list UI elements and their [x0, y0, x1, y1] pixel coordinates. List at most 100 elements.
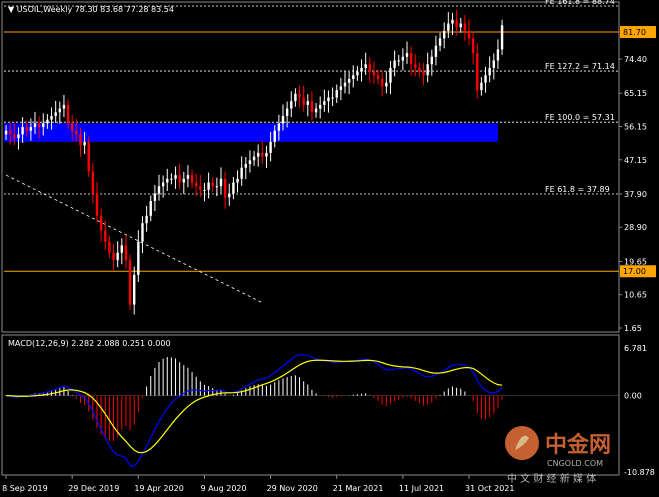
candle-body [397, 60, 400, 62]
candle-body [21, 127, 24, 135]
candle-body [211, 182, 214, 187]
candle-body [108, 241, 111, 253]
candle-body [492, 60, 495, 68]
candle-body [265, 152, 268, 157]
candle-body [190, 175, 194, 183]
candle-body [141, 223, 144, 242]
y-tick-label: 1.65 [624, 324, 642, 333]
macd-y-tick-label: -10.878 [624, 468, 655, 477]
candle-body [496, 49, 500, 61]
candle-body [186, 175, 190, 179]
candle-body [62, 104, 66, 109]
candle-body [42, 123, 45, 128]
candle-body [269, 141, 272, 153]
candle-body [381, 78, 384, 87]
candle-body [128, 260, 132, 305]
candle-body [195, 182, 198, 187]
candle-body [261, 152, 264, 157]
candle-body [426, 64, 429, 76]
candle-body [364, 64, 367, 68]
candle-body [50, 115, 53, 120]
candle-body [17, 134, 20, 139]
candle-body [285, 108, 289, 116]
candle-body [352, 75, 355, 79]
watermark-site: CNGOLD.COM [547, 459, 603, 468]
candle-body [236, 178, 239, 183]
y-tick-label: 65.15 [624, 89, 647, 98]
candle-body [438, 38, 442, 46]
candle-body [33, 123, 37, 128]
candle-body [153, 193, 157, 201]
candle-body [323, 101, 326, 105]
candle-body [471, 38, 475, 54]
candle-body [257, 152, 260, 157]
candle-body [219, 178, 223, 187]
candle-body [430, 56, 433, 65]
candle-body [455, 19, 458, 28]
candle-body [443, 30, 446, 39]
candle-body [401, 56, 405, 61]
candle-body [314, 108, 318, 113]
candle-body [137, 241, 140, 275]
candle-body [484, 75, 487, 83]
candle-body [248, 160, 252, 165]
candle-body [112, 252, 115, 261]
candle-body [232, 182, 235, 194]
candle-body [347, 78, 351, 83]
candle-body [170, 178, 173, 180]
candle-body [37, 123, 41, 128]
candle-body [9, 130, 12, 135]
fib-level-label: FE 161.8 = 88.74 [545, 0, 615, 6]
y-tick-label: 28.90 [624, 223, 647, 232]
candle-body [319, 104, 322, 109]
candle-body [199, 186, 202, 190]
candle-body [13, 134, 16, 139]
candle-body [25, 127, 28, 131]
candle-body [99, 215, 103, 231]
candle-body [215, 186, 219, 188]
x-tick-label: 31 Oct 2021 [465, 484, 514, 493]
candle-body [95, 193, 99, 216]
macd-signal-line [6, 359, 503, 454]
candle-body [467, 30, 471, 39]
watermark-slogan: 中 文 财 经 新 媒 体 [507, 472, 596, 485]
x-tick-label: 19 Apr 2020 [134, 484, 183, 493]
candle-body [294, 93, 297, 102]
candle-body [58, 108, 61, 113]
x-tick-label: 8 Sep 2019 [2, 484, 48, 493]
candle-body [207, 182, 210, 190]
candle-body [500, 25, 504, 50]
candle-body [434, 45, 438, 57]
candle-body [422, 71, 425, 76]
candle-body [488, 67, 491, 76]
candle-body [54, 112, 57, 116]
x-tick-label: 29 Dec 2019 [68, 484, 119, 493]
candle-body [244, 164, 247, 168]
candle-body [335, 90, 338, 98]
candle-body [174, 175, 177, 179]
candle-body [302, 97, 305, 105]
candle-body [459, 23, 462, 28]
fib-level-label: FE 61.8 = 37.89 [545, 185, 610, 194]
candle-body [120, 245, 123, 253]
candle-body [476, 53, 479, 91]
candle-body [4, 130, 8, 135]
chart-title: ▼ USOIL,Weekly 78.30 83.68 77.28 83.54 [8, 5, 174, 14]
x-tick-label: 9 Aug 2020 [200, 484, 246, 493]
candle-body [331, 97, 334, 99]
price-chart[interactable]: 74.40 65.15 56.15 47.15 37.90 28.90 19.65 10.65… [0, 0, 659, 497]
candle-body [87, 141, 90, 172]
macd-y-tick-label: 6.781 [624, 344, 647, 353]
candle-body [298, 93, 301, 98]
y-tick-label: 56.15 [624, 122, 647, 131]
macd-title: MACD(12,26,9) 2.282 2.088 0.251 0.000 [8, 339, 171, 348]
candle-body [83, 141, 86, 146]
candle-body [252, 156, 256, 161]
candle-body [327, 97, 330, 102]
candle-body [290, 101, 293, 109]
candle-body [389, 67, 392, 83]
watermark-logo-text: 中金网 [545, 432, 611, 458]
candle-body [385, 82, 388, 87]
candle-body [409, 53, 413, 65]
candle-body [66, 104, 70, 124]
